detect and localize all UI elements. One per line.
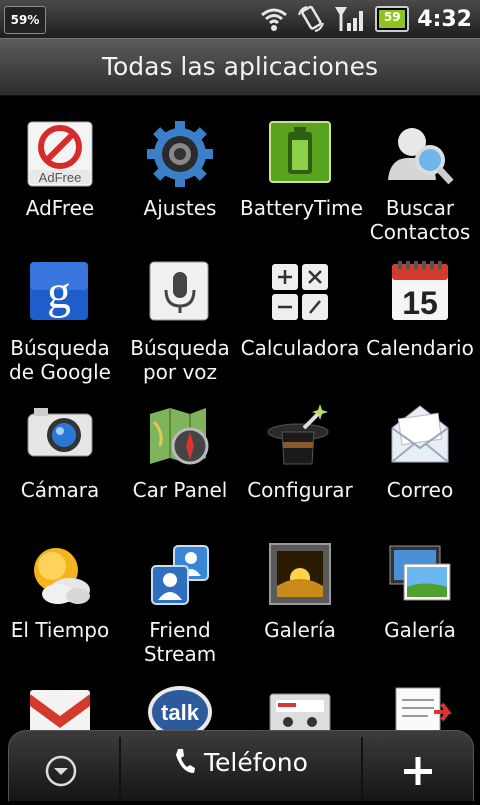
talk-text: talk bbox=[161, 700, 200, 725]
app-label: Ajustes bbox=[143, 196, 217, 220]
friend-stream-icon bbox=[144, 542, 216, 614]
app-label: Car Panel bbox=[132, 478, 228, 502]
microphone-icon bbox=[144, 260, 216, 332]
calendar-day-text: 15 bbox=[402, 285, 438, 321]
battery-percent-text: 59% bbox=[10, 13, 40, 27]
app-ajustes[interactable]: Ajustes bbox=[120, 120, 240, 220]
app-label: Búsqueda por voz bbox=[130, 336, 230, 384]
svg-text:AdFree: AdFree bbox=[39, 170, 82, 185]
battery-app-icon bbox=[264, 120, 336, 192]
gear-icon bbox=[144, 120, 216, 192]
app-adfree[interactable]: AdFree AdFree bbox=[0, 120, 120, 220]
phone-icon bbox=[176, 749, 196, 773]
app-label: Configurar bbox=[247, 478, 353, 502]
app-buscar-contactos[interactable]: Buscar Contactos bbox=[360, 120, 480, 244]
phone-button[interactable]: Teléfono bbox=[121, 731, 361, 801]
app-galeria-2[interactable]: Galería bbox=[360, 542, 480, 642]
bottom-dock: Teléfono bbox=[8, 730, 474, 801]
app-label: Buscar Contactos bbox=[369, 196, 471, 244]
app-busqueda-voz[interactable]: Búsqueda por voz bbox=[120, 260, 240, 384]
camera-icon bbox=[24, 402, 96, 474]
app-label: El Tiempo bbox=[10, 618, 110, 642]
app-label: Cámara bbox=[20, 478, 100, 502]
page-title: Todas las aplicaciones bbox=[101, 52, 379, 81]
collapse-button[interactable] bbox=[43, 753, 79, 789]
adfree-icon: AdFree bbox=[24, 120, 96, 192]
weather-icon bbox=[24, 542, 96, 614]
app-batterytime[interactable]: BatteryTime bbox=[240, 120, 363, 220]
mail-icon bbox=[384, 402, 456, 474]
add-icon bbox=[404, 757, 432, 785]
battery-icon: 59 bbox=[375, 6, 410, 32]
app-label: AdFree bbox=[25, 196, 95, 220]
app-label: Calendario bbox=[366, 336, 474, 360]
app-label: Friend Stream bbox=[143, 618, 217, 666]
app-calendario[interactable]: 15 Calendario bbox=[360, 260, 480, 360]
battery-level-text: 59 bbox=[383, 10, 401, 24]
app-camara[interactable]: Cámara bbox=[0, 402, 120, 502]
app-configurar[interactable]: Configurar bbox=[240, 402, 360, 502]
app-calculadora[interactable]: Calculadora bbox=[240, 260, 360, 360]
collapse-icon bbox=[45, 755, 77, 787]
clock: 4:32 bbox=[417, 6, 472, 32]
app-label: Galería bbox=[264, 618, 336, 642]
app-galeria[interactable]: Galería bbox=[240, 542, 360, 642]
app-car-panel[interactable]: Car Panel bbox=[120, 402, 240, 502]
gallery-icon bbox=[264, 542, 336, 614]
calculator-icon bbox=[264, 260, 336, 332]
add-button[interactable] bbox=[363, 731, 473, 801]
rotation-icon bbox=[298, 5, 325, 32]
calendar-icon: 15 bbox=[384, 260, 456, 332]
app-friend-stream[interactable]: Friend Stream bbox=[120, 542, 240, 666]
status-icons: 59 4:32 bbox=[259, 4, 472, 34]
phone-label-row: Teléfono bbox=[121, 747, 361, 777]
app-label: Calculadora bbox=[240, 336, 360, 360]
contacts-search-icon bbox=[384, 120, 456, 192]
svg-text:g: g bbox=[47, 266, 71, 319]
title-bar: Todas las aplicaciones bbox=[0, 38, 480, 96]
app-el-tiempo[interactable]: El Tiempo bbox=[0, 542, 120, 642]
magic-hat-icon bbox=[264, 402, 336, 474]
car-panel-icon bbox=[144, 402, 216, 474]
signal-icon bbox=[335, 7, 364, 31]
battery-percent-badge: 59% bbox=[4, 6, 46, 34]
wifi-icon bbox=[261, 8, 288, 31]
phone-label: Teléfono bbox=[203, 748, 308, 777]
status-bar: 59% 59 4:32 bbox=[0, 0, 480, 38]
google-icon: g bbox=[24, 260, 96, 332]
app-busqueda-google[interactable]: g Búsqueda de Google bbox=[0, 260, 120, 384]
gallery-alt-icon bbox=[384, 542, 456, 614]
app-label: Galería bbox=[384, 618, 456, 642]
app-label: Correo bbox=[386, 478, 454, 502]
app-label: BatteryTime bbox=[240, 196, 363, 220]
app-label: Búsqueda de Google bbox=[9, 336, 111, 384]
app-correo[interactable]: Correo bbox=[360, 402, 480, 502]
